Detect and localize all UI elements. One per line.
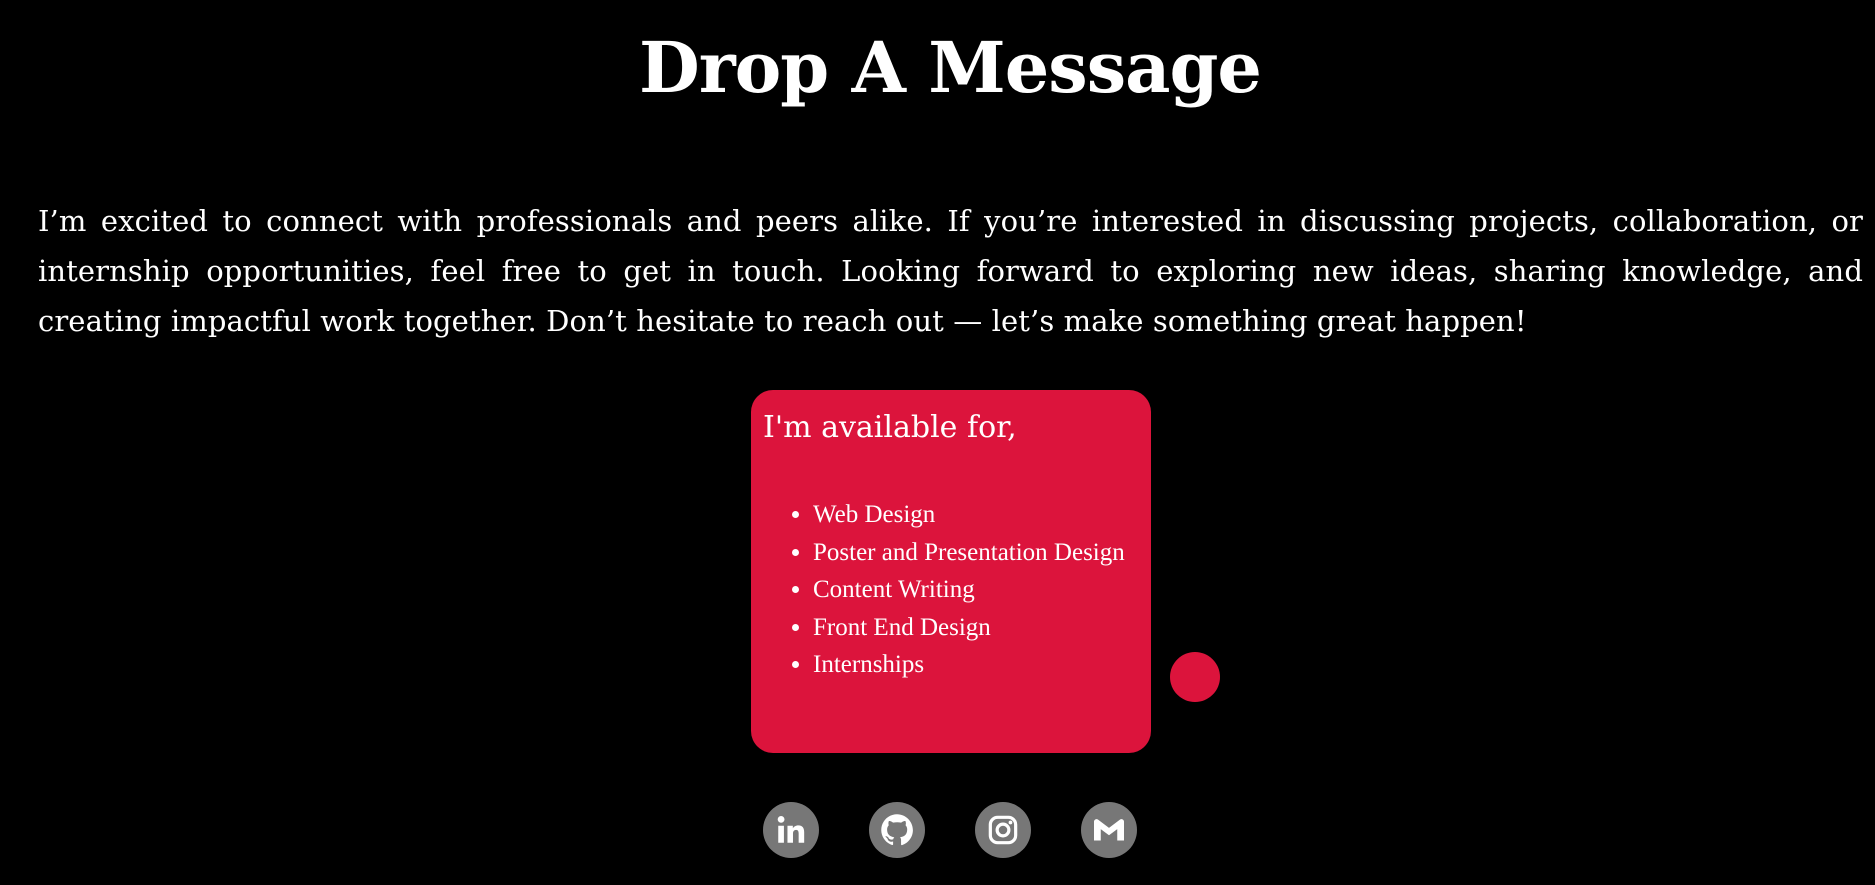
- availability-card: I'm available for, Web Design Poster and…: [751, 390, 1151, 753]
- service-list: Web Design Poster and Presentation Desig…: [763, 496, 1139, 684]
- social-links: [763, 802, 1137, 858]
- page-title: Drop A Message: [639, 26, 1262, 109]
- service-item-front-end: Front End Design: [813, 609, 1139, 647]
- github-link[interactable]: [869, 802, 925, 858]
- github-icon: [879, 812, 915, 848]
- linkedin-icon: [774, 813, 808, 847]
- gmail-icon: [1091, 812, 1127, 848]
- gmail-link[interactable]: [1081, 802, 1137, 858]
- service-item-content-writing: Content Writing: [813, 571, 1139, 609]
- service-item-web-design: Web Design: [813, 496, 1139, 534]
- intro-text: I’m excited to connect with professional…: [38, 204, 1863, 338]
- availability-heading: I'm available for,: [763, 410, 1017, 445]
- instagram-icon: [987, 814, 1019, 846]
- service-item-poster-presentation: Poster and Presentation Design: [813, 534, 1139, 572]
- instagram-link[interactable]: [975, 802, 1031, 858]
- linkedin-link[interactable]: [763, 802, 819, 858]
- service-item-internships: Internships: [813, 646, 1139, 684]
- accent-dot: [1170, 652, 1220, 702]
